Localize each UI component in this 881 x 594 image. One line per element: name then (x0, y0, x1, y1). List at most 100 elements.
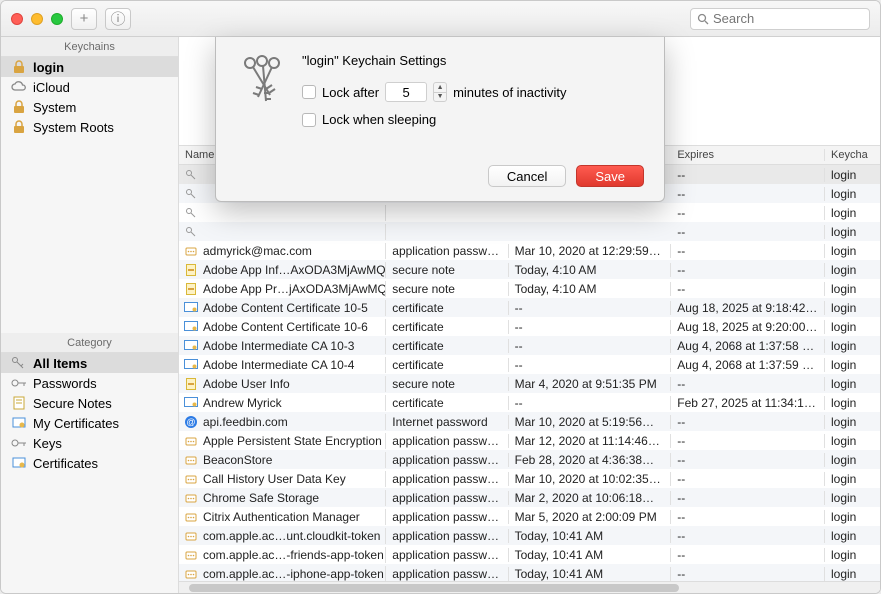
table-row[interactable]: Adobe App Inf…AxODA3MjAwMQ)secure noteTo… (179, 260, 880, 279)
category-item[interactable]: Keys (1, 433, 178, 453)
table-body[interactable]: --login--login--login--loginadmyrick@mac… (179, 165, 880, 581)
keys-icon (11, 355, 27, 371)
row-kind: application password (386, 491, 508, 505)
search-icon (697, 13, 709, 25)
row-modified: Today, 10:41 AM (509, 548, 672, 562)
info-button[interactable]: ⓘ (105, 8, 131, 30)
row-expires: Aug 18, 2025 at 9:18:42… (671, 301, 825, 315)
row-icon (183, 471, 199, 487)
row-icon (183, 547, 199, 563)
keychain-label: login (33, 60, 64, 75)
row-kind: secure note (386, 263, 508, 277)
close-window-button[interactable] (11, 13, 23, 25)
keychain-item[interactable]: iCloud (1, 77, 178, 97)
row-name: api.feedbin.com (203, 415, 288, 429)
row-modified: Mar 10, 2020 at 10:02:35… (509, 472, 672, 486)
table-row[interactable]: Adobe App Pr…jAxODA3MjAwMQ)secure noteTo… (179, 279, 880, 298)
category-item[interactable]: Certificates (1, 453, 178, 473)
table-row[interactable]: com.apple.ac…-friends-app-tokenapplicati… (179, 545, 880, 564)
row-keychain: login (825, 320, 880, 334)
row-name: admyrick@mac.com (203, 244, 312, 258)
lock-after-checkbox[interactable] (302, 85, 316, 99)
row-keychain: login (825, 225, 880, 239)
row-keychain: login (825, 206, 880, 220)
lock-sleep-checkbox[interactable] (302, 113, 316, 127)
category-label: Certificates (33, 456, 98, 471)
row-keychain: login (825, 187, 880, 201)
lock-sleep-label: Lock when sleeping (322, 112, 436, 127)
table-row[interactable]: admyrick@mac.comapplication passwordMar … (179, 241, 880, 260)
horizontal-scrollbar[interactable] (179, 581, 880, 593)
column-keychain[interactable]: Keycha (825, 149, 880, 161)
scrollbar-thumb[interactable] (189, 584, 679, 592)
row-name: Adobe Content Certificate 10-6 (203, 320, 368, 334)
row-keychain: login (825, 434, 880, 448)
minimize-window-button[interactable] (31, 13, 43, 25)
category-label: All Items (33, 356, 87, 371)
row-modified: -- (509, 339, 672, 353)
row-modified: Today, 10:41 AM (509, 567, 672, 581)
save-button[interactable]: Save (576, 165, 644, 187)
table-row[interactable]: --login (179, 222, 880, 241)
lock-after-suffix: minutes of inactivity (453, 85, 566, 100)
lock-after-input[interactable] (385, 82, 427, 102)
zoom-window-button[interactable] (51, 13, 63, 25)
search-input[interactable] (713, 11, 881, 26)
row-modified: Today, 10:41 AM (509, 529, 672, 543)
category-item[interactable]: My Certificates (1, 413, 178, 433)
table-row[interactable]: Citrix Authentication Managerapplication… (179, 507, 880, 526)
chevron-up-icon[interactable]: ▲ (434, 83, 446, 93)
table-row[interactable]: com.apple.ac…-iphone-app-tokenapplicatio… (179, 564, 880, 581)
table-row[interactable]: Chrome Safe Storageapplication passwordM… (179, 488, 880, 507)
cancel-button[interactable]: Cancel (488, 165, 566, 187)
table-row[interactable]: Andrew Myrickcertificate--Feb 27, 2025 a… (179, 393, 880, 412)
row-icon (183, 224, 199, 240)
row-name: Citrix Authentication Manager (203, 510, 360, 524)
keychain-label: System Roots (33, 120, 114, 135)
category-label: Secure Notes (33, 396, 112, 411)
settings-sheet: "login" Keychain Settings Lock after ▲▼ … (215, 37, 665, 202)
keychain-item[interactable]: login (1, 57, 178, 77)
row-keychain: login (825, 415, 880, 429)
table-row[interactable]: @api.feedbin.comInternet passwordMar 10,… (179, 412, 880, 431)
category-label: Passwords (33, 376, 97, 391)
row-modified: -- (509, 358, 672, 372)
row-expires: -- (671, 225, 825, 239)
keychain-item[interactable]: System (1, 97, 178, 117)
row-expires: -- (671, 263, 825, 277)
lock-icon (11, 119, 27, 135)
row-icon (183, 528, 199, 544)
chevron-down-icon[interactable]: ▼ (434, 93, 446, 102)
row-name: Adobe Intermediate CA 10-4 (203, 358, 354, 372)
table-row[interactable]: --login (179, 203, 880, 222)
add-button[interactable]: + (71, 8, 97, 30)
row-icon (183, 452, 199, 468)
column-expires[interactable]: Expires (671, 149, 825, 161)
table-row[interactable]: Adobe User Infosecure noteMar 4, 2020 at… (179, 374, 880, 393)
row-name: com.apple.ac…-iphone-app-token (203, 567, 384, 581)
row-kind: Internet password (386, 415, 508, 429)
search-field[interactable] (690, 8, 870, 30)
table-row[interactable]: Apple Persistent State Encryptionapplica… (179, 431, 880, 450)
table-row[interactable]: Adobe Content Certificate 10-6certificat… (179, 317, 880, 336)
table-row[interactable]: BeaconStoreapplication passwordFeb 28, 2… (179, 450, 880, 469)
titlebar: + ⓘ (1, 1, 880, 37)
table-row[interactable]: Call History User Data Keyapplication pa… (179, 469, 880, 488)
keychain-item[interactable]: System Roots (1, 117, 178, 137)
category-item[interactable]: Secure Notes (1, 393, 178, 413)
row-modified: -- (509, 301, 672, 315)
table-row[interactable]: Adobe Intermediate CA 10-3certificate--A… (179, 336, 880, 355)
lock-icon (11, 99, 27, 115)
table-row[interactable]: Adobe Intermediate CA 10-4certificate--A… (179, 355, 880, 374)
cert-icon (11, 455, 27, 471)
lock-after-stepper[interactable]: ▲▼ (433, 82, 447, 102)
row-icon (183, 262, 199, 278)
row-modified: Feb 28, 2020 at 4:36:38… (509, 453, 672, 467)
row-icon (183, 167, 199, 183)
category-item[interactable]: Passwords (1, 373, 178, 393)
table-row[interactable]: com.apple.ac…unt.cloudkit-tokenapplicati… (179, 526, 880, 545)
category-item[interactable]: All Items (1, 353, 178, 373)
row-expires: Feb 27, 2025 at 11:34:14… (671, 396, 825, 410)
table-row[interactable]: Adobe Content Certificate 10-5certificat… (179, 298, 880, 317)
row-name: Adobe User Info (203, 377, 290, 391)
